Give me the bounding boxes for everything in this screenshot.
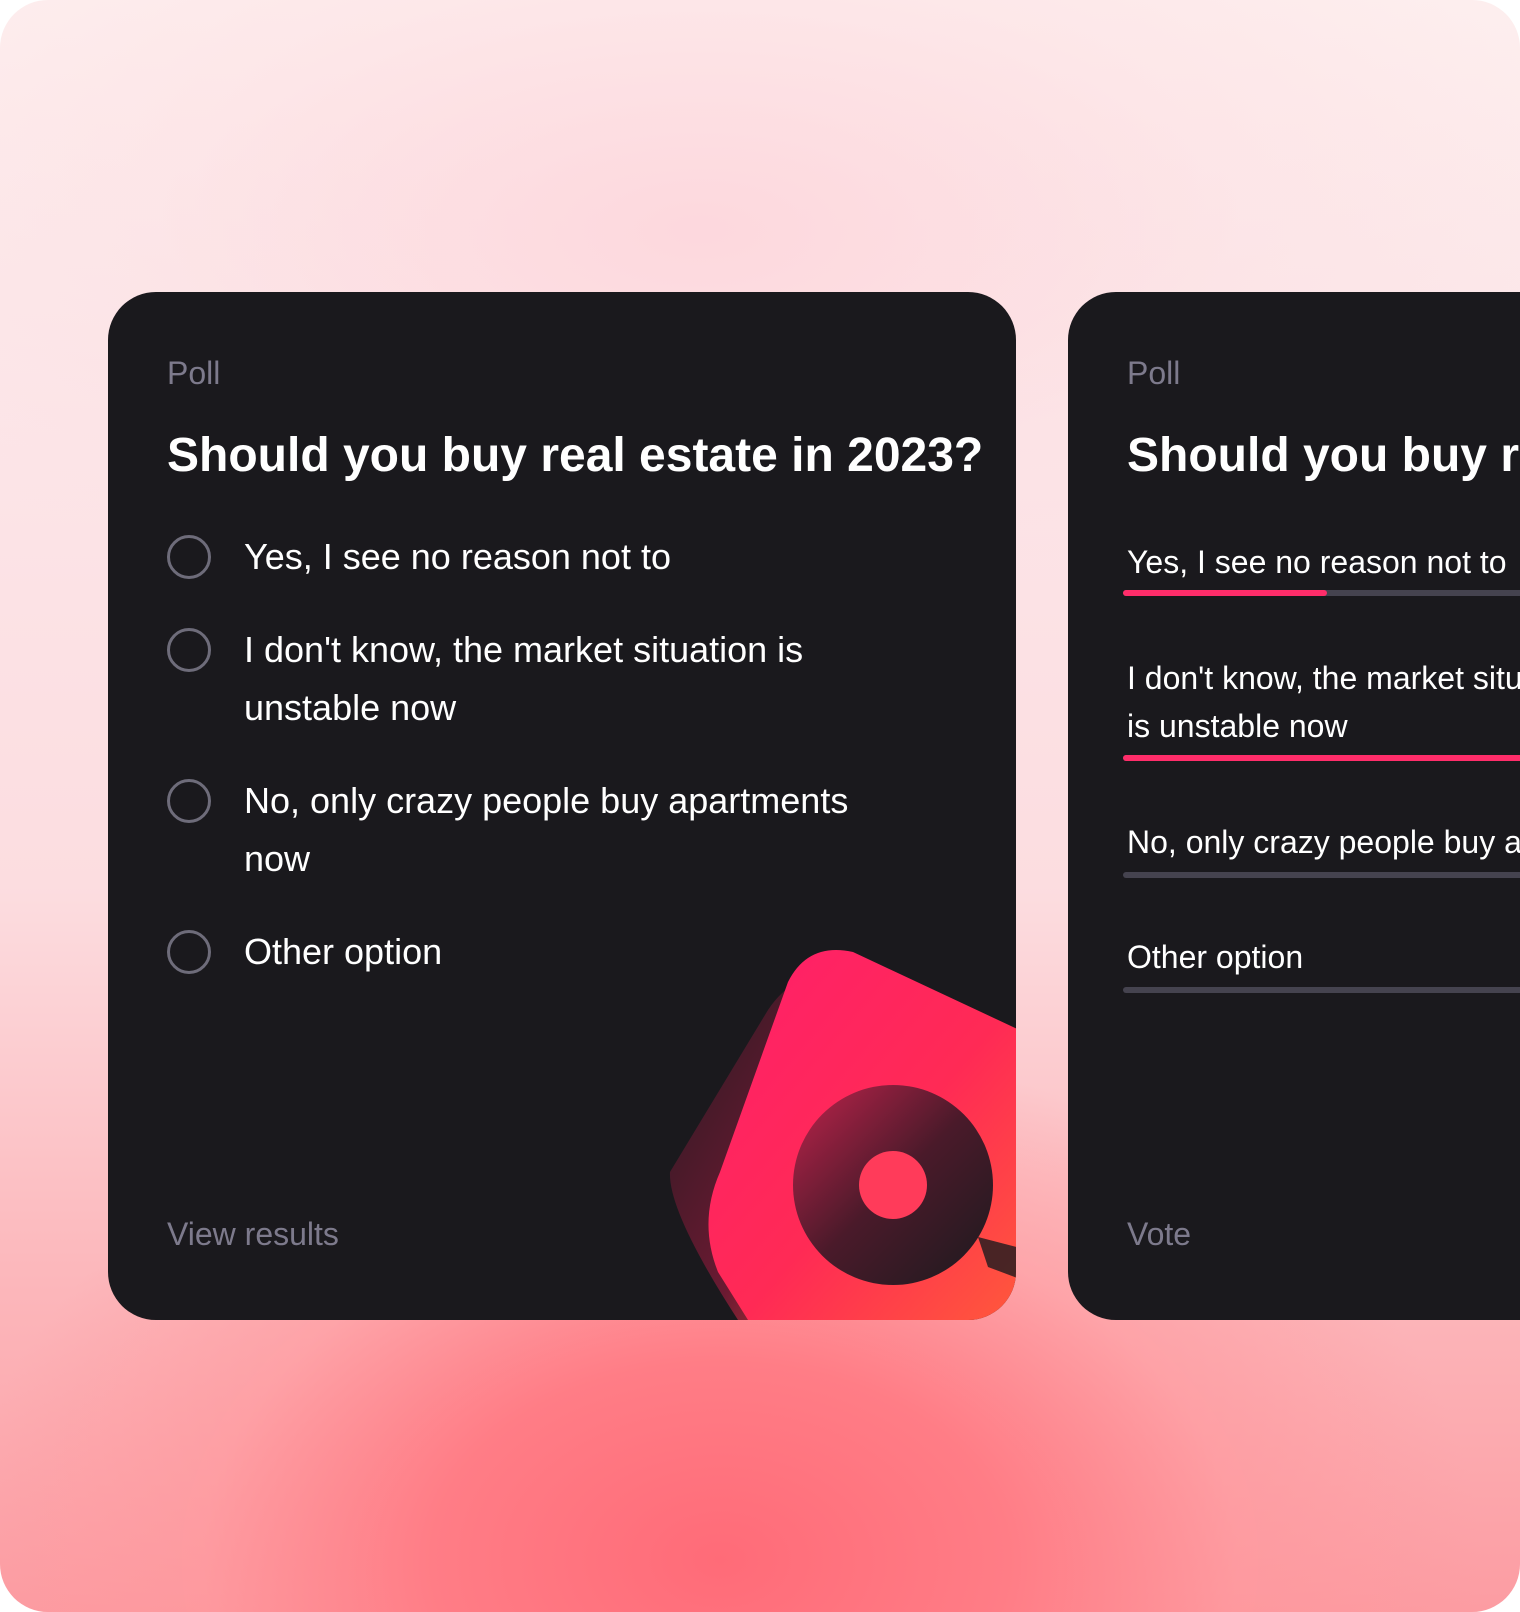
radio-button-icon[interactable] bbox=[167, 628, 211, 672]
canvas-background: Poll Should you buy real estate in 2023?… bbox=[0, 0, 1520, 1612]
poll-option-label: No, only crazy people buy apartments now bbox=[244, 780, 849, 879]
result-item: No, only crazy people buy apartments now bbox=[1123, 818, 1520, 878]
poll-option-label: Other option bbox=[244, 931, 443, 972]
results-card: Poll Should you buy real estate in 2023?… bbox=[1068, 292, 1520, 1320]
result-item: Yes, I see no reason not to bbox=[1123, 538, 1520, 596]
poll-question: Should you buy real estate in 2023? bbox=[167, 429, 984, 482]
poll-label: Poll bbox=[167, 355, 221, 391]
result-label: No, only crazy people buy apartments now bbox=[1127, 824, 1520, 860]
poll-label: Poll bbox=[1127, 355, 1181, 391]
result-label: I don't know, the market situation is un… bbox=[1127, 660, 1520, 744]
radio-button-icon[interactable] bbox=[167, 779, 211, 823]
result-label: Yes, I see no reason not to bbox=[1127, 544, 1507, 580]
result-progress-fill bbox=[1123, 755, 1520, 761]
poll-option-label: Yes, I see no reason not to bbox=[244, 536, 671, 577]
view-results-link[interactable]: View results bbox=[167, 1216, 339, 1253]
result-progress-bar bbox=[1123, 987, 1520, 993]
result-progress-bar bbox=[1123, 755, 1520, 761]
poll-question: Should you buy real estate in 2023? bbox=[1127, 429, 1520, 482]
vote-link[interactable]: Vote bbox=[1127, 1216, 1191, 1253]
result-label: Other option bbox=[1127, 939, 1304, 975]
result-progress-fill bbox=[1123, 590, 1327, 596]
result-item: Other option bbox=[1123, 933, 1520, 993]
radio-button-icon[interactable] bbox=[167, 930, 211, 974]
result-progress-bar bbox=[1123, 872, 1520, 878]
result-progress-bar bbox=[1123, 590, 1520, 596]
poll-option[interactable]: I don't know, the market situation is un… bbox=[167, 628, 967, 737]
poll-option[interactable]: Yes, I see no reason not to bbox=[167, 535, 967, 586]
radio-button-icon[interactable] bbox=[167, 535, 211, 579]
poll-card: Poll Should you buy real estate in 2023?… bbox=[108, 292, 1016, 1320]
poll-option[interactable]: Other option bbox=[167, 930, 967, 981]
poll-options: Yes, I see no reason not to I don't know… bbox=[167, 535, 967, 1023]
poll-option-label: I don't know, the market situation is un… bbox=[244, 629, 804, 728]
result-item: I don't know, the market situation is un… bbox=[1123, 654, 1520, 761]
poll-option[interactable]: No, only crazy people buy apartments now bbox=[167, 779, 967, 888]
